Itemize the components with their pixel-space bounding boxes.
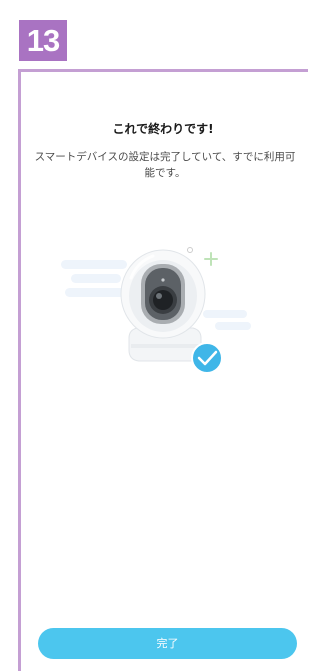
sparkle-plus-icon [204,252,218,266]
camera-icon [120,249,206,362]
completion-title: これで終わりです! [112,122,214,136]
sparkle-dot-icon [187,247,193,253]
camera-illustration [55,238,265,388]
done-button[interactable]: 完了 [38,628,297,659]
check-icon [191,342,223,374]
step-number-badge: 13 [19,20,67,61]
completion-message: スマートデバイスの設定は完了していて、すでに利用可能です。 [34,151,296,179]
